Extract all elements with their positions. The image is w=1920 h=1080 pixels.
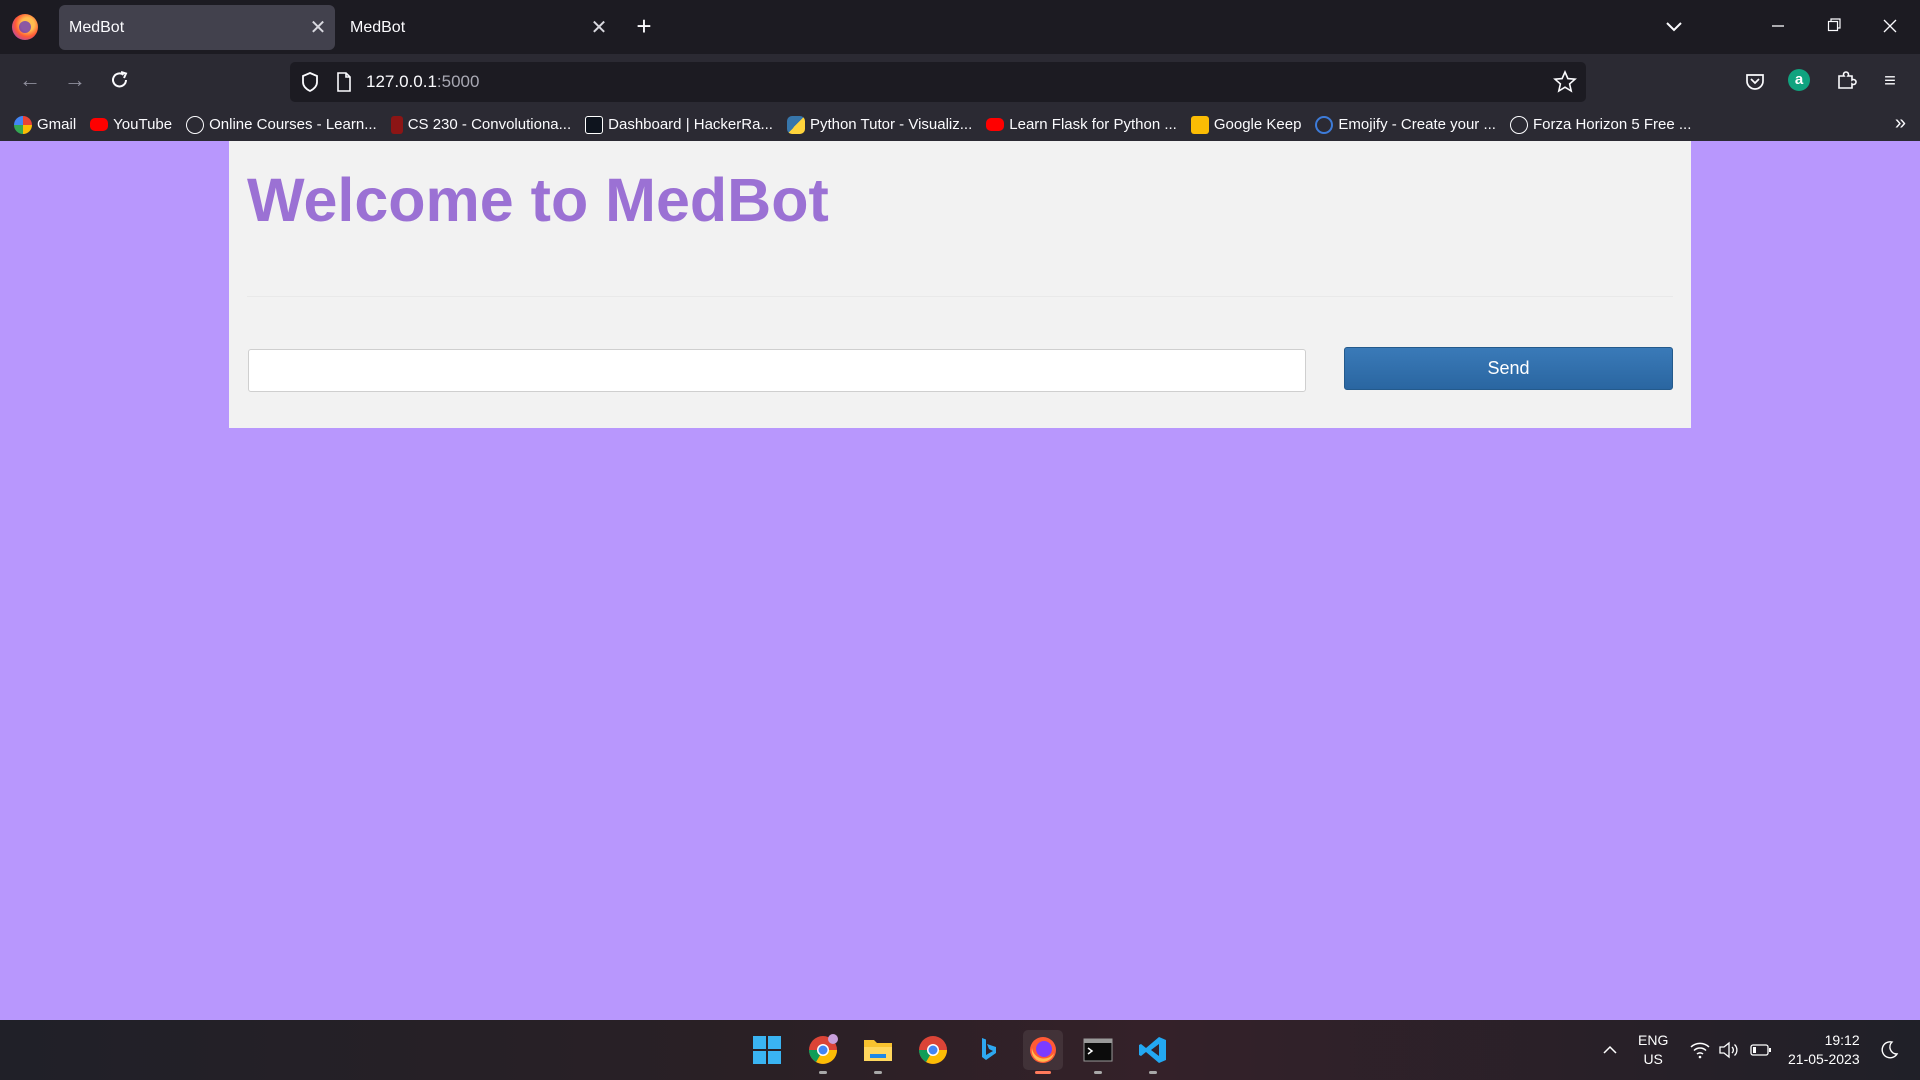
bookmark-label: Forza Horizon 5 Free ... [1532,116,1692,133]
firefox-logo-icon[interactable] [12,14,38,40]
bookmark-python-tutor[interactable]: Python Tutor - Visualiz... [786,115,973,134]
bookmark-label: YouTube [113,116,173,133]
file-explorer-icon[interactable] [858,1030,898,1074]
globe-icon [186,115,205,134]
chrome-icon[interactable] [913,1030,953,1070]
bookmark-emojify[interactable]: Emojify - Create your ... [1315,115,1496,134]
emojify-icon [1315,115,1334,134]
bookmark-label: Online Courses - Learn... [209,116,377,133]
more-bookmarks-chevron-icon[interactable]: » [1895,112,1906,135]
volume-icon[interactable] [1718,1020,1740,1080]
bookmark-gmail[interactable]: Gmail [14,115,77,134]
bing-icon[interactable] [968,1030,1008,1070]
browser-toolbar: ← → 127.0.0.1:5000 a ≡ [0,54,1920,108]
bookmark-label: Dashboard | HackerRa... [608,116,773,133]
message-input[interactable] [248,349,1306,392]
bookmark-hackerrank[interactable]: Dashboard | HackerRa... [585,115,773,134]
python-icon [786,115,805,134]
divider [247,296,1673,297]
page-info-icon[interactable] [334,70,354,99]
bookmark-label: Gmail [37,116,77,133]
language-indicator[interactable]: ENG US [1638,1020,1668,1080]
page-title: Welcome to MedBot [247,166,829,234]
extensions-puzzle-icon[interactable] [1831,66,1861,96]
youtube-icon [986,118,1005,131]
globe-icon [1509,115,1528,134]
bookmark-label: CS 230 - Convolutiona... [407,116,572,133]
focus-moon-icon[interactable] [1878,1020,1900,1080]
back-arrow-icon[interactable]: ← [13,66,47,96]
battery-icon[interactable] [1749,1020,1773,1080]
bookmark-label: Google Keep [1213,116,1302,133]
google-icon [14,115,32,134]
show-hidden-icons-chevron-icon[interactable] [1600,1020,1620,1080]
tab-title: MedBot [69,18,125,36]
tracking-protection-shield-icon[interactable] [296,68,324,101]
bookmark-star-icon[interactable] [1552,69,1578,100]
bookmark-cs230[interactable]: CS 230 - Convolutiona... [390,115,572,134]
terminal-icon[interactable] [1078,1030,1118,1074]
bookmark-learn-flask[interactable]: Learn Flask for Python ... [986,116,1177,133]
bookmark-label: Learn Flask for Python ... [1009,116,1177,133]
minimize-window-icon[interactable] [1758,12,1798,42]
bookmark-label: Python Tutor - Visualiz... [809,116,973,133]
pocket-icon[interactable] [1740,66,1770,96]
clock[interactable]: 19:12 21-05-2023 [1788,1020,1860,1080]
stanford-icon [390,115,403,134]
tab-medbot[interactable]: MedBot ✕ [340,5,616,50]
bookmark-google-keep[interactable]: Google Keep [1190,115,1302,134]
list-all-tabs-icon[interactable] [1660,14,1688,40]
send-button[interactable]: Send [1344,347,1673,390]
browser-tab-bar: MedBot ✕ MedBot ✕ + [0,0,1920,54]
url-port: :5000 [436,72,480,91]
windows-start-icon[interactable] [747,1030,787,1070]
address-bar[interactable]: 127.0.0.1:5000 [290,62,1586,102]
firefox-icon[interactable] [1023,1030,1063,1074]
tab-medbot-active[interactable]: MedBot ✕ [59,5,335,50]
account-avatar-icon[interactable]: a [1788,69,1810,91]
close-tab-icon[interactable]: ✕ [582,15,616,40]
clock-time: 19:12 [1824,1032,1860,1048]
region-code: US [1643,1051,1663,1067]
close-tab-icon[interactable]: ✕ [301,15,335,40]
wifi-icon[interactable] [1689,1020,1711,1080]
bookmark-online-courses[interactable]: Online Courses - Learn... [186,115,377,134]
youtube-icon [90,118,109,131]
chrome-profile-icon[interactable] [803,1030,843,1074]
windows-taskbar: ENG US 19:12 21-05-2023 [0,1020,1920,1080]
keep-icon [1190,115,1209,134]
vscode-icon[interactable] [1133,1030,1173,1074]
chat-container: Welcome to MedBot Send [229,141,1691,428]
url-host: 127.0.0.1 [366,72,437,91]
hackerrank-icon [585,115,604,134]
hamburger-menu-icon[interactable]: ≡ [1875,66,1905,96]
tab-title: MedBot [350,18,406,36]
bookmark-youtube[interactable]: YouTube [90,116,172,133]
restore-window-icon[interactable] [1814,12,1854,42]
bookmarks-toolbar: Gmail YouTube Online Courses - Learn... … [0,108,1920,141]
clock-date: 21-05-2023 [1788,1051,1860,1067]
new-tab-icon[interactable]: + [628,11,660,43]
forward-arrow-icon[interactable]: → [58,66,92,96]
url-text[interactable]: 127.0.0.1:5000 [366,72,479,92]
reload-icon[interactable] [103,66,137,96]
bookmark-label: Emojify - Create your ... [1338,116,1496,133]
close-window-icon[interactable] [1870,12,1910,42]
bookmark-forza[interactable]: Forza Horizon 5 Free ... [1509,115,1692,134]
language-code: ENG [1638,1032,1669,1048]
